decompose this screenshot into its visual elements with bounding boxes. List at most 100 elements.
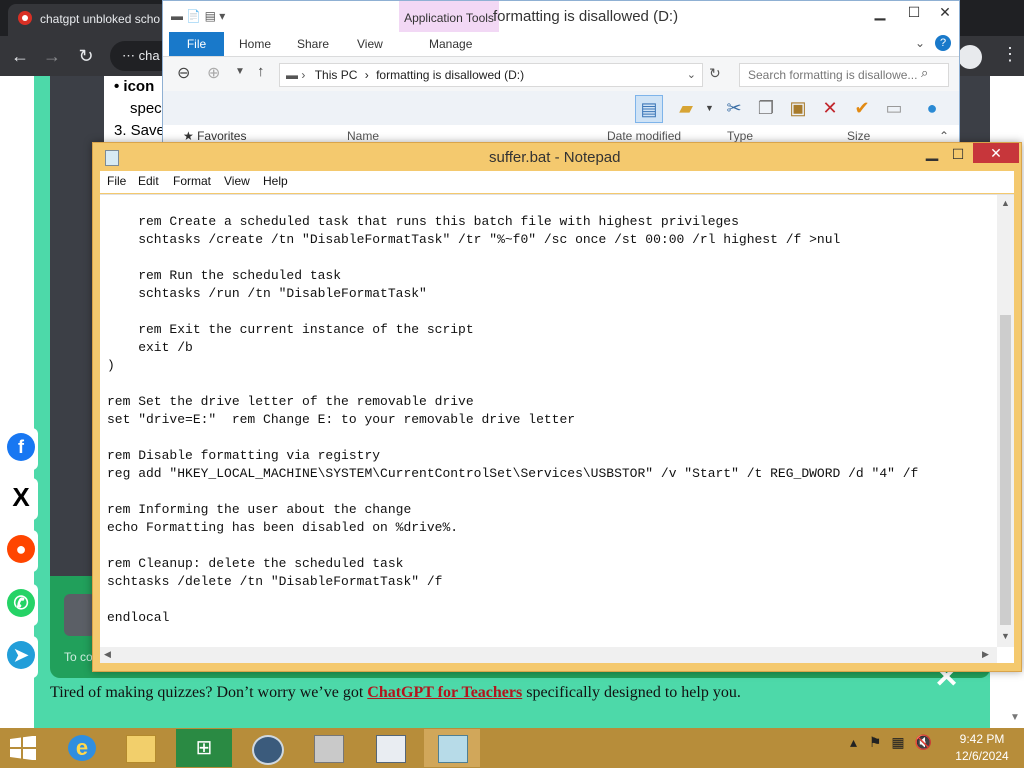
notepad-scroll-thumb[interactable] xyxy=(1000,315,1011,625)
menu-edit[interactable]: Edit xyxy=(138,174,159,188)
search-placeholder: Search formatting is disallowe... xyxy=(748,68,918,82)
network-globe-icon xyxy=(252,735,284,765)
network-icon[interactable]: ▦ xyxy=(891,734,904,750)
scroll-left-icon[interactable]: ◀ xyxy=(104,649,111,660)
taskbar-control-panel[interactable] xyxy=(362,729,418,767)
control-panel-icon xyxy=(376,735,406,763)
column-date-modified[interactable]: Date modified xyxy=(607,129,681,143)
notepad-minimize-icon[interactable]: ▁ xyxy=(919,145,945,165)
taskbar-internet-explorer[interactable]: e xyxy=(54,729,110,767)
profile-avatar-icon[interactable] xyxy=(958,45,982,69)
address-dropdown-icon[interactable]: ⌄ xyxy=(687,64,696,86)
search-icon[interactable]: ⌕ xyxy=(921,65,928,81)
explorer-back-icon[interactable]: ⊖ xyxy=(177,63,190,83)
explorer-close-icon[interactable]: ✕ xyxy=(931,1,959,23)
taskbar-scanner[interactable] xyxy=(300,729,356,767)
menu-help[interactable]: Help xyxy=(263,174,288,188)
clock-time[interactable]: 9:42 PM xyxy=(952,732,1012,746)
taskbar-network[interactable] xyxy=(238,729,294,767)
column-name[interactable]: Name xyxy=(347,129,379,143)
properties-icon[interactable]: ● xyxy=(919,95,945,121)
notepad-title: suffer.bat - Notepad xyxy=(489,149,621,166)
menu-file[interactable]: File xyxy=(107,174,126,188)
tab-manage[interactable]: Manage xyxy=(419,32,482,56)
scroll-down-icon[interactable]: ▼ xyxy=(1001,631,1010,641)
explorer-address-bar[interactable]: ▬ › This PC › formatting is disallowed (… xyxy=(279,63,703,87)
clock-date[interactable]: 12/6/2024 xyxy=(952,749,1012,763)
explorer-ribbon-tabs: File Home Share View Manage ⌄ ? xyxy=(163,32,959,57)
browser-menu-icon[interactable]: ⋮ xyxy=(1000,44,1020,65)
whatsapp-share-button[interactable]: ✆ xyxy=(4,584,38,626)
notepad-app-icon xyxy=(105,150,119,166)
delete-icon[interactable]: ✕ xyxy=(817,95,843,121)
breadcrumb-separator: › xyxy=(364,68,369,82)
breadcrumb-this-pc[interactable]: This PC xyxy=(315,68,358,82)
up-icon[interactable]: ↑ xyxy=(257,63,265,80)
taskbar-store[interactable]: ⊞ xyxy=(176,729,232,767)
reload-icon[interactable]: ↻ xyxy=(74,44,98,68)
column-type[interactable]: Type xyxy=(727,129,753,143)
chatgpt-teachers-link[interactable]: ChatGPT for Teachers xyxy=(367,684,522,701)
taskbar: e ⊞ ▴ ⚑ ▦ 🔇 9:42 PM 12/6/2024 xyxy=(0,728,1024,768)
x-share-button[interactable]: X xyxy=(4,478,38,520)
folder-options-icon[interactable]: ▰ xyxy=(673,95,699,121)
help-icon[interactable]: ? xyxy=(935,35,951,51)
notepad-close-icon[interactable]: ✕ xyxy=(973,143,1019,163)
notepad-maximize-icon[interactable]: ☐ xyxy=(945,145,971,165)
options-dropdown-icon[interactable]: ▼ xyxy=(705,103,714,113)
notepad-text-content[interactable]: rem Create a scheduled task that runs th… xyxy=(107,213,987,627)
paste-icon[interactable]: ▣ xyxy=(785,95,811,121)
refresh-icon[interactable]: ↻ xyxy=(709,65,721,82)
drive-icon: ▬ › xyxy=(286,68,306,82)
bottom-text-before: Tired of making quizzes? Don’t worry we’… xyxy=(50,684,364,701)
rename-icon[interactable]: ▭ xyxy=(881,95,907,121)
ribbon-expand-icon[interactable]: ⌄ xyxy=(915,36,925,50)
site-favicon-icon xyxy=(18,11,32,25)
breadcrumb-current-drive[interactable]: formatting is disallowed (D:) xyxy=(376,68,524,82)
volume-muted-icon[interactable]: 🔇 xyxy=(915,734,932,750)
whatsapp-icon: ✆ xyxy=(7,589,35,617)
notepad-window: suffer.bat - Notepad ▁ ☐ ✕ File Edit For… xyxy=(92,142,1022,672)
explorer-maximize-icon[interactable]: ☐ xyxy=(897,1,931,23)
explorer-scroll-up-icon[interactable]: ⌃ xyxy=(939,129,949,143)
start-button[interactable] xyxy=(8,735,38,761)
tab-share[interactable]: Share xyxy=(287,32,339,56)
tray-overflow-icon[interactable]: ▴ xyxy=(850,734,857,750)
scroll-up-icon[interactable]: ▲ xyxy=(1001,198,1010,208)
back-icon[interactable]: ← xyxy=(8,44,32,68)
favorites-item[interactable]: ★ Favorites xyxy=(183,129,246,143)
explorer-forward-icon[interactable]: ⊕ xyxy=(207,63,220,83)
browser-tab-title: chatgpt unbloked scho xyxy=(40,12,161,26)
facebook-icon: f xyxy=(7,433,35,461)
forward-icon[interactable]: → xyxy=(40,44,64,68)
scroll-down-icon[interactable]: ▼ xyxy=(1010,712,1020,723)
tab-home[interactable]: Home xyxy=(229,32,281,56)
copy-icon[interactable]: ❐ xyxy=(753,95,779,121)
taskbar-notepad[interactable] xyxy=(424,729,480,767)
cut-icon[interactable]: ✂ xyxy=(721,95,747,121)
telegram-share-button[interactable]: ➤ xyxy=(4,636,38,678)
file-explorer-icon xyxy=(126,735,156,763)
preview-pane-icon[interactable]: ▤ xyxy=(635,95,663,123)
menu-format[interactable]: Format xyxy=(173,174,211,188)
scroll-right-icon[interactable]: ▶ xyxy=(982,649,989,660)
taskbar-file-explorer[interactable] xyxy=(112,729,168,767)
menu-view[interactable]: View xyxy=(224,174,250,188)
column-size[interactable]: Size xyxy=(847,129,870,143)
explorer-quickaccess-icon[interactable]: ▬ 📄 ▤ ▾ xyxy=(171,9,225,23)
list-item-save: 3. Save xyxy=(114,122,165,139)
notepad-editor[interactable]: rem Create a scheduled task that runs th… xyxy=(100,194,1014,663)
check-icon[interactable]: ✔ xyxy=(849,95,875,121)
recent-locations-icon[interactable]: ▼ xyxy=(235,66,245,77)
tab-view[interactable]: View xyxy=(347,32,393,56)
explorer-minimize-icon[interactable]: ▁ xyxy=(863,1,897,23)
reddit-share-button[interactable]: ● xyxy=(4,530,38,572)
explorer-address-row: ⊖ ⊕ ▼ ↑ ▬ › This PC › formatting is disa… xyxy=(163,57,959,91)
explorer-search-input[interactable]: Search formatting is disallowe... xyxy=(739,63,949,87)
facebook-share-button[interactable]: f xyxy=(4,428,38,470)
browser-tab[interactable]: chatgpt unbloked scho xyxy=(8,4,168,36)
explorer-titlebar: ▬ 📄 ▤ ▾ Application Tools formatting is … xyxy=(163,1,959,32)
tab-file[interactable]: File xyxy=(169,32,224,56)
flag-icon[interactable]: ⚑ xyxy=(869,734,882,750)
notepad-horizontal-scrollbar[interactable]: ◀ ▶ xyxy=(100,647,997,663)
